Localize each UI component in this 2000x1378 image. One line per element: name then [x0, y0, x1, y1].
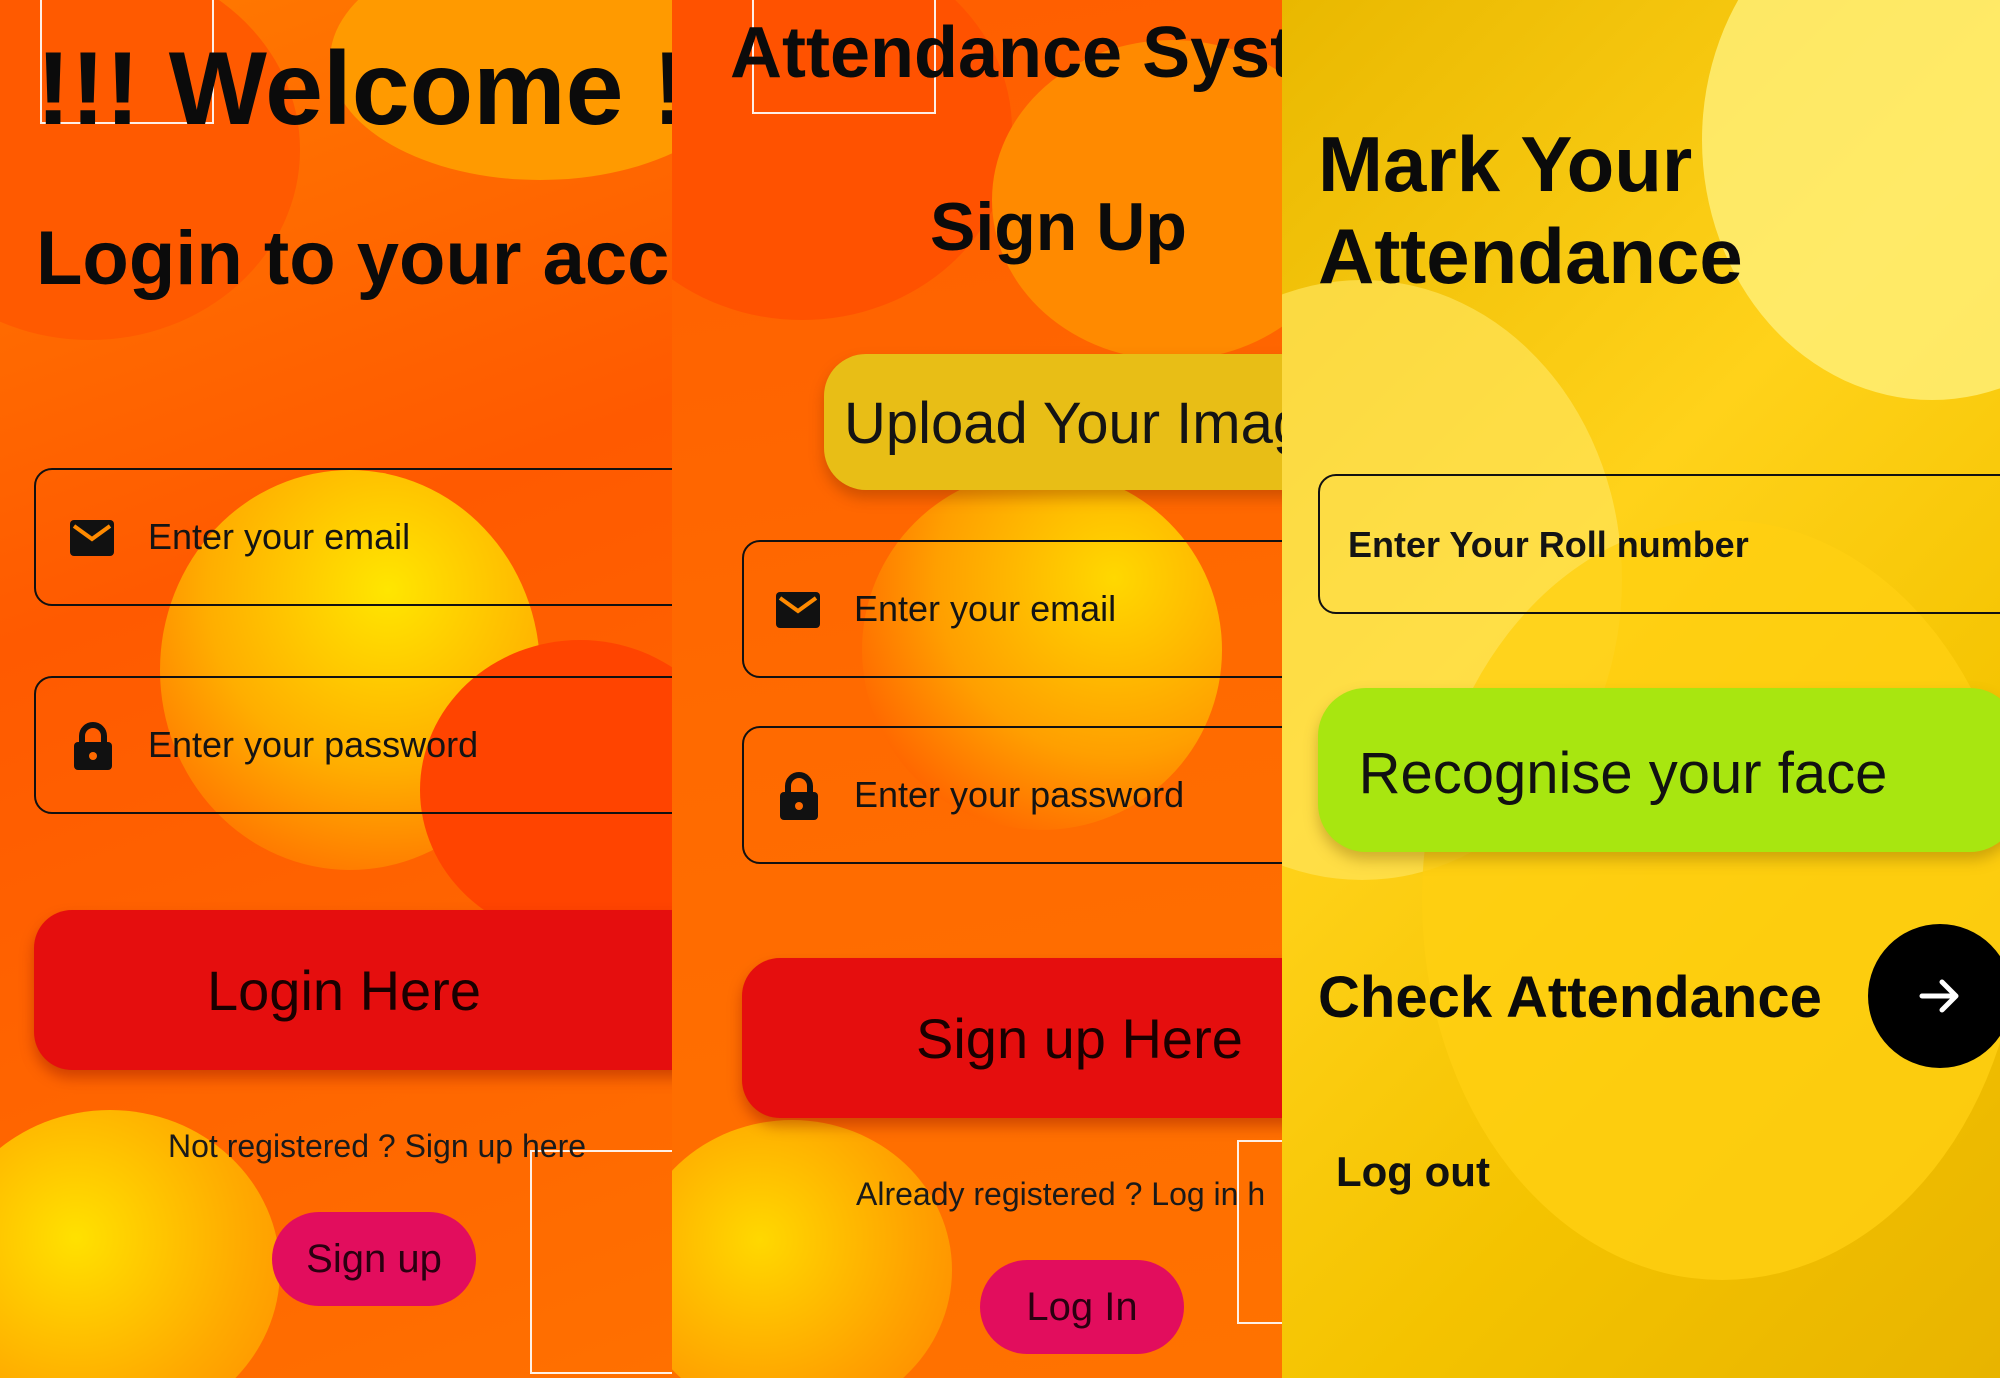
- attendance-title-line1: Mark Your: [1318, 120, 1693, 208]
- signup-here-label: Sign up Here: [916, 1007, 1243, 1070]
- background-blob: [1702, 0, 2000, 400]
- attendance-title: Mark Your Attendance: [1318, 118, 1743, 302]
- signup-password-placeholder: Enter your password: [854, 774, 1185, 815]
- check-attendance-label: Check Attendance: [1318, 965, 1822, 1030]
- attendance-screen: Mark Your Attendance Enter Your Roll num…: [1282, 0, 2000, 1378]
- signup-screen: Attendance Syst Sign Up Upload Your Imag…: [672, 0, 1282, 1378]
- signup-pill-button[interactable]: Sign up: [272, 1212, 476, 1306]
- signup-email-placeholder: Enter your email: [854, 588, 1117, 629]
- signup-password-field[interactable]: Enter your password: [742, 726, 1282, 864]
- logout-button[interactable]: Log out: [1336, 1148, 1490, 1196]
- signup-email-field[interactable]: Enter your email: [742, 540, 1282, 678]
- roll-number-field[interactable]: Enter Your Roll number: [1318, 474, 2000, 614]
- background-blob: [672, 1120, 952, 1378]
- roll-number-placeholder: Enter Your Roll number: [1348, 524, 1749, 565]
- attendance-title-line2: Attendance: [1318, 212, 1743, 300]
- upload-image-label: Upload Your Imag: [844, 391, 1282, 456]
- app-title: Attendance Syst: [730, 13, 1282, 93]
- check-attendance-button[interactable]: [1868, 924, 2000, 1068]
- background-blob: [1422, 520, 2000, 1280]
- already-registered-link[interactable]: Already registered ? Log in h: [856, 1176, 1265, 1213]
- mail-icon: [70, 520, 114, 556]
- signup-heading: Sign Up: [930, 189, 1187, 265]
- signup-here-button[interactable]: Sign up Here: [742, 958, 1282, 1118]
- password-placeholder: Enter your password: [148, 724, 479, 765]
- mail-icon: [776, 592, 820, 628]
- login-pill-label: Log In: [1026, 1285, 1138, 1329]
- login-screen: !!! Welcome !! Login to your acco Enter …: [0, 0, 672, 1378]
- upload-image-button[interactable]: Upload Your Imag: [824, 354, 1282, 490]
- arrow-right-icon: [1919, 979, 1959, 1013]
- not-registered-link[interactable]: Not registered ? Sign up here: [168, 1128, 586, 1165]
- signup-pill-label: Sign up: [306, 1237, 442, 1281]
- login-button[interactable]: Login Here: [34, 910, 672, 1070]
- email-field[interactable]: Enter your email: [34, 468, 672, 606]
- deco-outline: [530, 1150, 672, 1374]
- lock-icon: [780, 772, 818, 820]
- recognise-face-button[interactable]: Recognise your face: [1318, 688, 2000, 852]
- deco-outline: [1237, 1140, 1282, 1324]
- login-pill-button[interactable]: Log In: [980, 1260, 1184, 1354]
- welcome-title: !!! Welcome !!: [36, 31, 672, 147]
- login-button-label: Login Here: [207, 959, 481, 1022]
- lock-icon: [74, 722, 112, 770]
- password-field[interactable]: Enter your password: [34, 676, 672, 814]
- recognise-face-label: Recognise your face: [1358, 741, 1888, 806]
- login-subtitle: Login to your acco: [36, 216, 672, 301]
- email-placeholder: Enter your email: [148, 516, 411, 557]
